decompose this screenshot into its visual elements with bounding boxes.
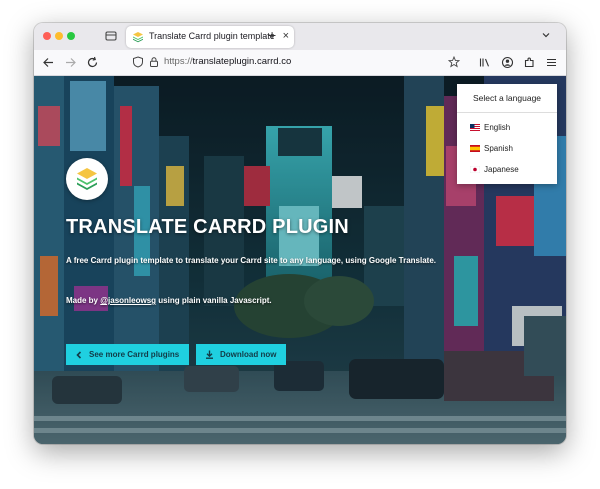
author-suffix: using plain vanilla Javascript. bbox=[156, 296, 272, 305]
see-more-plugins-button[interactable]: See more Carrd plugins bbox=[66, 344, 189, 365]
tab-bar: Translate Carrd plugin template × + bbox=[34, 23, 566, 50]
library-icon[interactable] bbox=[478, 56, 491, 69]
shield-icon[interactable] bbox=[132, 56, 144, 68]
download-now-label: Download now bbox=[220, 350, 277, 359]
page-title: TRANSLATE CARRD PLUGIN bbox=[66, 216, 349, 238]
arrow-right-icon[interactable] bbox=[64, 56, 77, 69]
author-prefix: Made by bbox=[66, 296, 101, 305]
minimize-window-button[interactable] bbox=[55, 32, 63, 40]
star-icon[interactable] bbox=[448, 56, 460, 68]
author-link[interactable]: @jasonleowsg bbox=[100, 296, 156, 305]
url-domain: translateplugin.carrd.co bbox=[192, 56, 292, 67]
layers-icon bbox=[133, 32, 143, 43]
language-option-label: Japanese bbox=[484, 164, 519, 174]
url-bar[interactable]: https://translateplugin.carrd.co bbox=[128, 53, 460, 72]
japan-flag-icon bbox=[470, 165, 480, 173]
spain-flag-icon bbox=[470, 144, 480, 152]
see-more-plugins-label: See more Carrd plugins bbox=[89, 350, 180, 359]
author-line: Made by @jasonleowsg using plain vanilla… bbox=[66, 296, 272, 305]
reload-icon[interactable] bbox=[86, 56, 99, 69]
language-option-label: English bbox=[484, 122, 511, 132]
account-icon[interactable] bbox=[501, 56, 514, 69]
close-window-button[interactable] bbox=[43, 32, 51, 40]
new-tab-button[interactable]: + bbox=[268, 27, 276, 43]
zoom-window-button[interactable] bbox=[67, 32, 75, 40]
language-selector-header[interactable]: Select a language bbox=[457, 84, 557, 113]
url-scheme: https:// bbox=[164, 56, 193, 67]
carrd-plugin-logo bbox=[66, 158, 108, 200]
hamburger-icon[interactable] bbox=[545, 56, 558, 69]
puzzle-icon[interactable] bbox=[523, 56, 536, 69]
browser-window: Translate Carrd plugin template × + http… bbox=[34, 23, 566, 444]
us-flag-icon bbox=[470, 123, 480, 131]
tab-overview-icon[interactable] bbox=[104, 29, 118, 43]
language-option-japanese[interactable]: Japanese bbox=[470, 162, 519, 176]
language-option-label: Spanish bbox=[484, 143, 513, 153]
language-option-spanish[interactable]: Spanish bbox=[470, 141, 513, 155]
tab-title: Translate Carrd plugin template bbox=[149, 31, 274, 41]
layers-icon bbox=[77, 168, 97, 190]
tab-close-button[interactable]: × bbox=[283, 29, 289, 43]
download-now-button[interactable]: Download now bbox=[196, 344, 286, 365]
navigation-toolbar: https://translateplugin.carrd.co bbox=[34, 50, 566, 76]
language-option-english[interactable]: English bbox=[470, 120, 510, 134]
language-selector: Select a language English Spanish Japane… bbox=[457, 84, 557, 184]
chevron-left-icon bbox=[76, 350, 82, 359]
chevron-down-icon[interactable] bbox=[540, 29, 552, 41]
url-text[interactable]: https://translateplugin.carrd.co bbox=[164, 56, 291, 67]
download-icon bbox=[206, 350, 213, 359]
page-content: TRANSLATE CARRD PLUGIN A free Carrd plug… bbox=[34, 76, 566, 444]
arrow-left-icon[interactable] bbox=[42, 56, 55, 69]
lock-icon[interactable] bbox=[148, 56, 160, 68]
page-description: A free Carrd plugin template to translat… bbox=[66, 256, 436, 265]
